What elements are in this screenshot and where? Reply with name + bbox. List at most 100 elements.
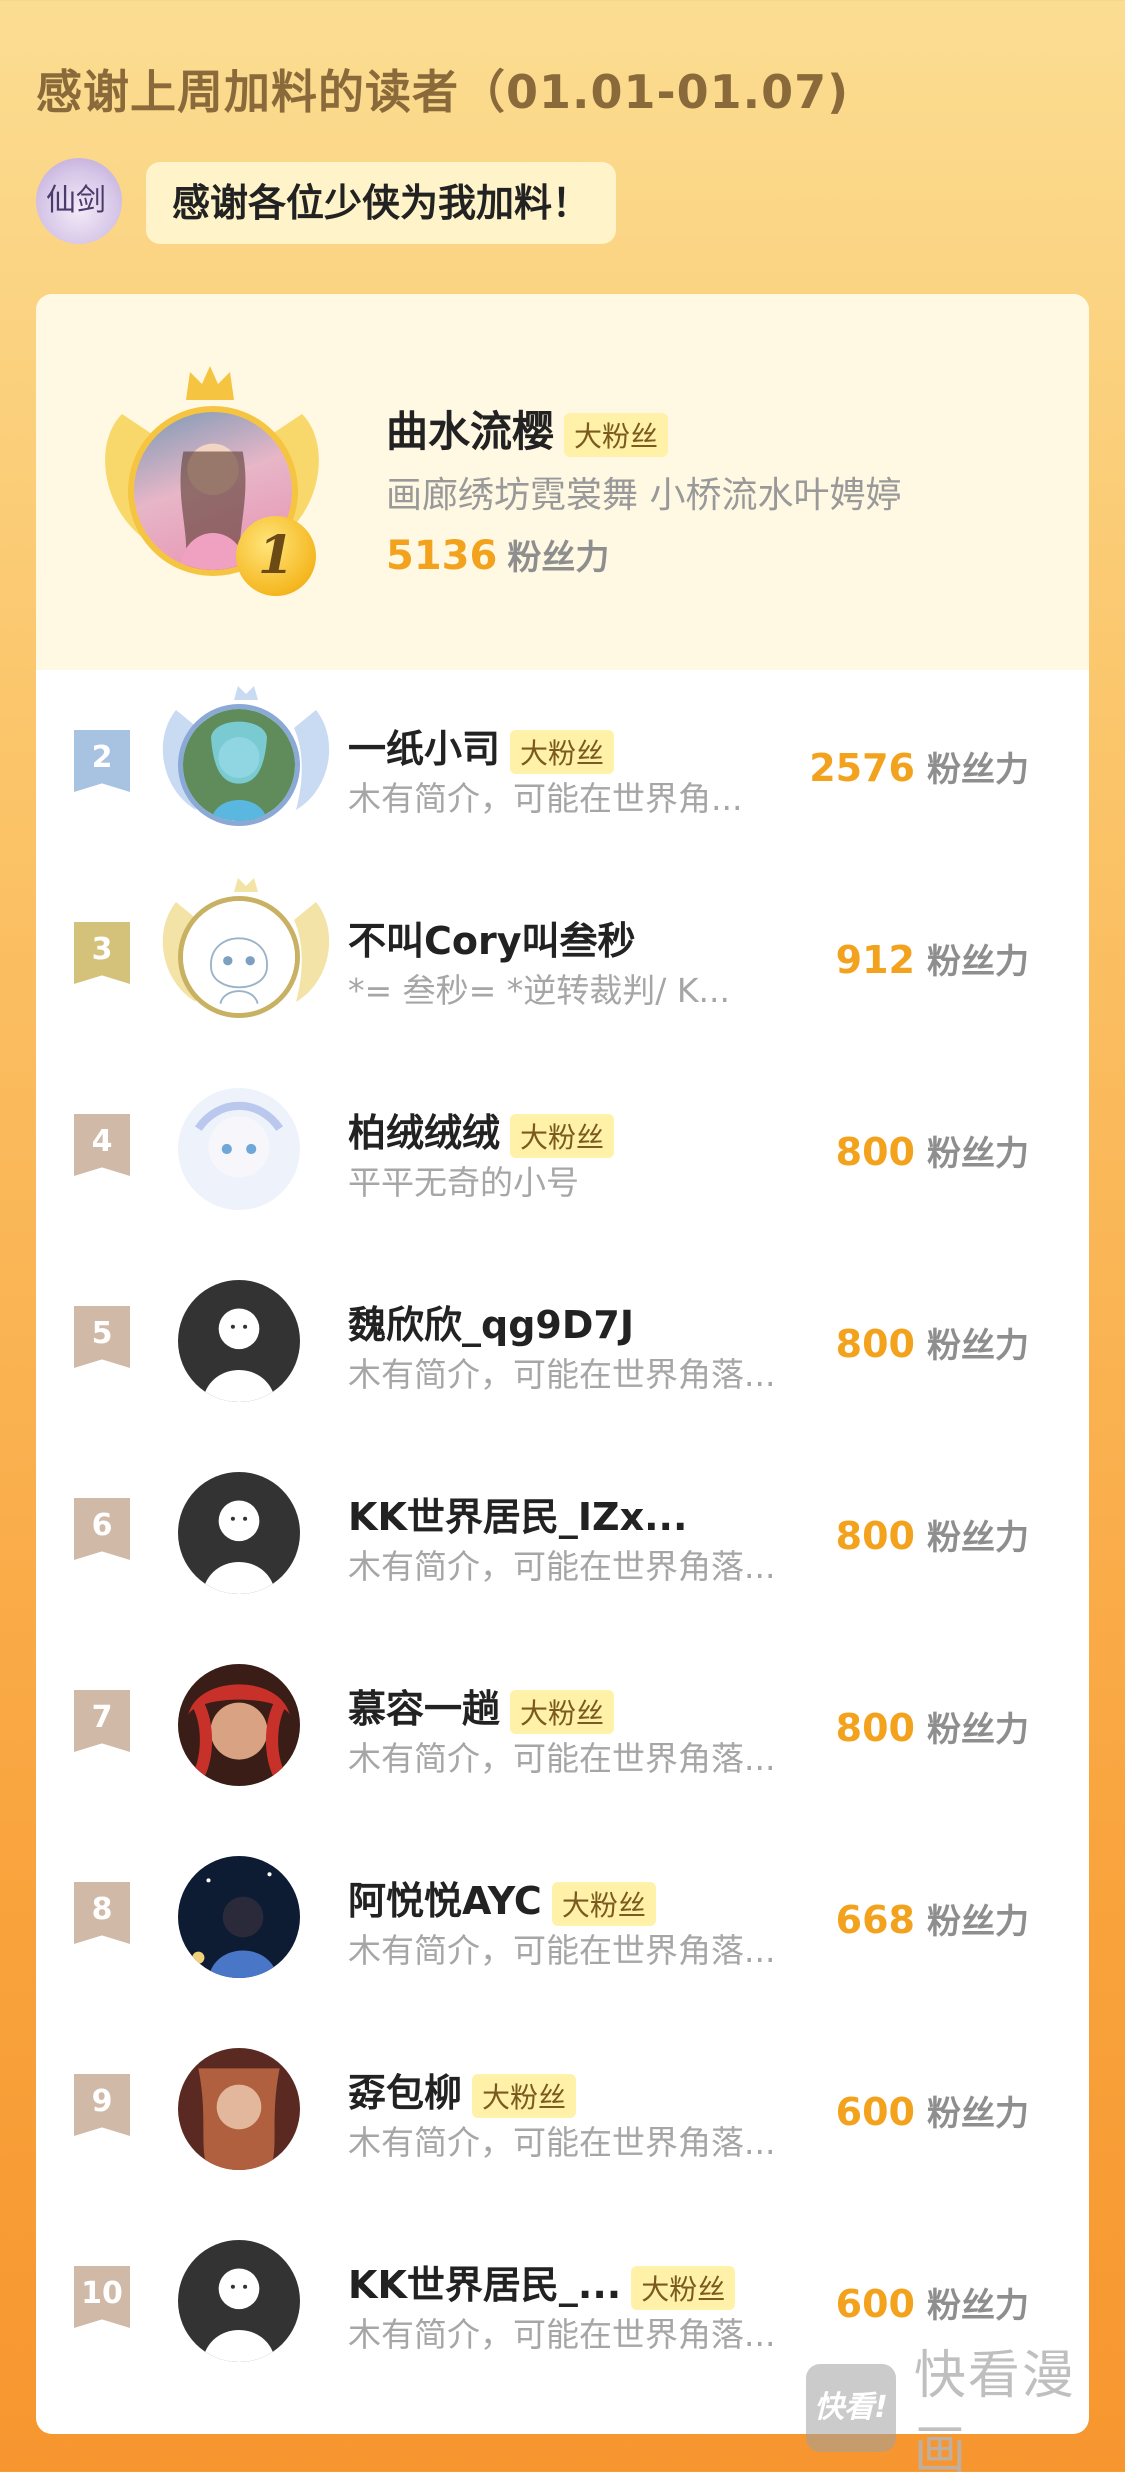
- fan-avatar[interactable]: [178, 2048, 300, 2170]
- fan-name-text: 阿悦悦AYC: [348, 1879, 542, 1923]
- fan-name-text: KK世界居民_IZx...: [348, 1495, 688, 1539]
- top-fan-name-text: 曲水流樱: [386, 407, 555, 456]
- fan-name[interactable]: 慕容一趟 大粉丝: [348, 1678, 615, 1734]
- fan-desc: 木有简介，可能在世界角落...: [348, 2315, 776, 2354]
- score-unit: 粉丝力: [927, 1902, 1029, 1942]
- fan-avatar[interactable]: [178, 704, 300, 826]
- fan-name[interactable]: 孬包柳 大粉丝: [348, 2062, 577, 2118]
- fan-row-5[interactable]: 5 魏欣欣_qg9D7J 木有简介，可能在世界角落... 800 粉丝力: [36, 1254, 1089, 1446]
- avatar-logo-text: 仙剑: [46, 183, 106, 218]
- watermark-text: 快看漫画: [913, 2346, 1076, 2472]
- fan-name[interactable]: 柏绒绒绒 大粉丝: [348, 1102, 615, 1158]
- fan-badge: 大粉丝: [510, 729, 615, 774]
- fan-badge: 大粉丝: [510, 1113, 615, 1158]
- fan-score: 2576 粉丝力: [809, 742, 1029, 791]
- fan-score: 800 粉丝力: [836, 1318, 1029, 1367]
- rank-1-medal: 1: [236, 516, 316, 596]
- fan-score: 800 粉丝力: [836, 1126, 1029, 1175]
- rank-tag: 6: [74, 1498, 130, 1560]
- fan-desc: 木有简介，可能在世界角落...: [348, 2123, 776, 2162]
- rank-tag: 2: [74, 730, 130, 792]
- score-value: 2576: [809, 746, 915, 790]
- score-value: 800: [835, 1514, 915, 1558]
- fan-name[interactable]: KK世界居民_IZx...: [348, 1486, 687, 1541]
- fan-ranking-card: 1 曲水流樱 大粉丝 画廊绣坊霓裳舞 小桥流水叶娉婷 5136 粉丝力 2 一纸小司…: [36, 294, 1089, 2434]
- rank-tag: 8: [74, 1882, 130, 1944]
- fan-score: 600 粉丝力: [836, 2278, 1029, 2327]
- fan-desc: 木有简介，可能在世界角落...: [348, 1547, 776, 1586]
- fan-name-text: 一纸小司: [348, 727, 501, 771]
- rank-tag: 10: [74, 2266, 130, 2328]
- fan-badge: 大粉丝: [551, 1881, 656, 1926]
- top-fan-section[interactable]: 1 曲水流樱 大粉丝 画廊绣坊霓裳舞 小桥流水叶娉婷 5136 粉丝力: [36, 294, 1089, 670]
- score-value: 800: [835, 1130, 915, 1174]
- score-unit: 粉丝力: [927, 1518, 1029, 1558]
- fan-row-7[interactable]: 7 慕容一趟 大粉丝 木有简介，可能在世界角落... 800 粉丝力: [36, 1638, 1089, 1830]
- fan-name[interactable]: 不叫Cory叫叁秒: [348, 910, 636, 965]
- fan-desc: 木有简介，可能在世界角落...: [348, 1931, 776, 1970]
- fan-name-text: 柏绒绒绒: [348, 1111, 501, 1155]
- score-unit: 粉丝力: [927, 1326, 1029, 1366]
- fan-name[interactable]: KK世界居民_... 大粉丝: [348, 2254, 736, 2310]
- author-avatar[interactable]: 仙剑: [36, 158, 122, 244]
- page-title: 感谢上周加料的读者（01.01-01.07): [36, 65, 850, 119]
- rank-tag: 3: [74, 922, 130, 984]
- score-value: 600: [835, 2282, 915, 2326]
- fan-name-text: 孬包柳: [348, 2071, 463, 2115]
- fan-name-text: KK世界居民_...: [348, 2263, 622, 2307]
- score-value: 800: [835, 1706, 915, 1750]
- fan-score: 800 粉丝力: [836, 1702, 1029, 1751]
- score-value: 5136: [386, 533, 498, 579]
- score-value: 668: [835, 1898, 915, 1942]
- fan-name[interactable]: 一纸小司 大粉丝: [348, 718, 615, 774]
- fan-desc: 木有简介，可能在世界角落...: [348, 1739, 776, 1778]
- fan-avatar[interactable]: [178, 1088, 300, 1210]
- default-avatar-icon[interactable]: [178, 1280, 300, 1402]
- fan-desc: *= 叁秒= *逆转裁判/ K...: [348, 971, 730, 1010]
- fan-row-2[interactable]: 2 一纸小司 大粉丝 木有简介，可能在世界角... 2576 粉丝力: [36, 678, 1089, 870]
- score-value: 912: [835, 938, 915, 982]
- fan-name[interactable]: 阿悦悦AYC 大粉丝: [348, 1870, 656, 1926]
- fan-row-8[interactable]: 8 阿悦悦AYC 大粉丝 木有简介，可能在世界角落... 668 粉丝力: [36, 1830, 1089, 2022]
- rank-tag: 4: [74, 1114, 130, 1176]
- fan-row-9[interactable]: 9 孬包柳 大粉丝 木有简介，可能在世界角落... 600 粉丝力: [36, 2022, 1089, 2214]
- score-unit: 粉丝力: [927, 1134, 1029, 1174]
- fan-name-text: 慕容一趟: [348, 1687, 501, 1731]
- score-value: 800: [835, 1322, 915, 1366]
- greeting-bubble: 感谢各位少侠为我加料！: [146, 162, 617, 244]
- xianjian-logo-icon: 仙剑: [46, 183, 106, 218]
- rank-tag: 7: [74, 1690, 130, 1752]
- score-unit: 粉丝力: [507, 538, 610, 578]
- top-fan-score: 5136 粉丝力: [386, 530, 609, 579]
- kuaikan-watermark: 快看! 快看漫画: [806, 2346, 1125, 2472]
- rank-tag: 9: [74, 2074, 130, 2136]
- default-avatar-icon[interactable]: [178, 1472, 300, 1594]
- fan-desc: 木有简介，可能在世界角落...: [348, 1355, 776, 1394]
- fan-row-3[interactable]: 3 不叫Cory叫叁秒 *= 叁秒= *逆转裁判/ K... 912 粉丝力: [36, 870, 1089, 1062]
- fan-row-4[interactable]: 4 柏绒绒绒 大粉丝 平平无奇的小号 800 粉丝力: [36, 1062, 1089, 1254]
- fan-desc: 平平无奇的小号: [348, 1163, 579, 1202]
- fan-avatar[interactable]: [178, 1664, 300, 1786]
- fan-score: 668 粉丝力: [836, 1894, 1029, 1943]
- score-unit: 粉丝力: [927, 2094, 1029, 2134]
- default-avatar-icon[interactable]: [178, 2240, 300, 2362]
- fan-desc: 木有简介，可能在世界角...: [348, 779, 743, 818]
- crown-icon: [186, 366, 234, 400]
- fan-row-6[interactable]: 6 KK世界居民_IZx... 木有简介，可能在世界角落... 800 粉丝力: [36, 1446, 1089, 1638]
- fan-avatar[interactable]: [178, 896, 300, 1018]
- rank-tag: 5: [74, 1306, 130, 1368]
- score-unit: 粉丝力: [927, 942, 1029, 982]
- fan-score: 800 粉丝力: [836, 1510, 1029, 1559]
- fan-score: 912 粉丝力: [836, 934, 1029, 983]
- top-fan-name[interactable]: 曲水流樱 大粉丝: [386, 398, 669, 459]
- fan-name-text: 魏欣欣_qg9D7J: [348, 1303, 634, 1347]
- fan-badge: 大粉丝: [472, 2073, 577, 2118]
- fan-badge: 大粉丝: [564, 412, 669, 457]
- fan-avatar[interactable]: [178, 1856, 300, 1978]
- top-fan-desc: 画廊绣坊霓裳舞 小桥流水叶娉婷: [386, 475, 902, 516]
- fan-badge: 大粉丝: [631, 2265, 736, 2310]
- score-unit: 粉丝力: [927, 750, 1029, 790]
- score-unit: 粉丝力: [927, 1710, 1029, 1750]
- fan-name[interactable]: 魏欣欣_qg9D7J: [348, 1294, 634, 1349]
- fan-name-text: 不叫Cory叫叁秒: [348, 919, 636, 963]
